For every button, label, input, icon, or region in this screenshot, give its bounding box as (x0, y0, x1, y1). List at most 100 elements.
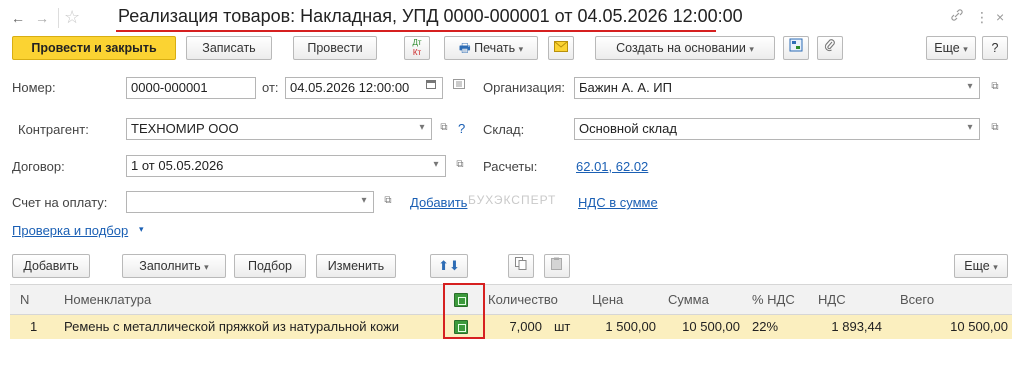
open-icon[interactable]: ⧉ (985, 77, 1005, 99)
invoice-field[interactable] (126, 191, 374, 213)
row-vat-rate[interactable]: 22% (752, 319, 778, 334)
move-row-buttons[interactable]: ⬆⬇ (430, 254, 468, 278)
title-bar: ← → ☆ Реализация товаров: Накладная, УПД… (0, 0, 1014, 38)
more-vertical-icon[interactable]: ⋮ (975, 8, 989, 26)
column-price[interactable]: Цена (592, 292, 623, 307)
open-icon[interactable]: ⧉ (378, 191, 398, 213)
organization-field[interactable]: Бажин А. А. ИП (574, 77, 980, 99)
chevron-down-icon[interactable]: ▾ (354, 191, 374, 213)
copy-icon[interactable] (508, 254, 534, 278)
arrow-up-icon[interactable]: ⬆ (438, 258, 449, 273)
watermark: БУХЭКСПЕРТ (468, 193, 557, 207)
settlements-link[interactable]: 62.01, 62.02 (576, 159, 648, 174)
number-label: Номер: (12, 80, 56, 95)
open-icon[interactable]: ⧉ (450, 155, 470, 177)
row-unit: шт (554, 319, 571, 334)
column-vat-rate[interactable]: % НДС (752, 292, 795, 307)
add-invoice-link[interactable]: Добавить (410, 195, 467, 210)
structure-icon[interactable] (783, 36, 809, 60)
close-icon[interactable]: × (996, 8, 1004, 26)
document-title: Реализация товаров: Накладная, УПД 0000-… (118, 6, 743, 26)
link-icon[interactable] (950, 8, 964, 26)
chevron-down-icon[interactable]: ▾ (426, 155, 446, 177)
date-value: 04.05.2026 12:00:00 (290, 80, 410, 95)
annotation-highlight-box (443, 283, 485, 339)
warehouse-field[interactable]: Основной склад (574, 118, 980, 140)
check-and-select-link[interactable]: Проверка и подбор (12, 223, 128, 238)
column-quantity[interactable]: Количество (488, 292, 558, 307)
column-n[interactable]: N (20, 292, 29, 307)
row-sum[interactable]: 10 500,00 (662, 319, 740, 334)
contractor-label: Контрагент: (18, 122, 89, 137)
nav-divider (58, 8, 59, 28)
chevron-down-icon[interactable]: ▾ (139, 224, 144, 235)
vat-included-link[interactable]: НДС в сумме (578, 195, 658, 210)
open-icon[interactable]: ⧉ (434, 118, 454, 140)
change-button[interactable]: Изменить (316, 254, 396, 278)
chevron-down-icon[interactable]: ▾ (412, 118, 432, 140)
list-icon[interactable] (449, 77, 469, 99)
arrow-down-icon[interactable]: ⬇ (449, 258, 460, 273)
row-quantity[interactable]: 7,000 (490, 319, 542, 334)
row-total[interactable]: 10 500,00 (910, 319, 1008, 334)
chevron-down-icon: ▾ (749, 44, 754, 54)
row-price[interactable]: 1 500,00 (580, 319, 656, 334)
contractor-field[interactable]: ТЕХНОМИР ООО (126, 118, 432, 140)
calendar-icon[interactable] (421, 77, 441, 99)
main-toolbar: Провести и закрыть Записать Провести Дт К… (0, 36, 1014, 66)
create-based-label: Создать на основании (616, 41, 746, 55)
organization-label: Организация: (483, 80, 566, 95)
save-button[interactable]: Записать (186, 36, 272, 60)
title-annotation-underline (116, 30, 716, 32)
chevron-down-icon[interactable]: ▾ (960, 77, 980, 99)
back-icon[interactable]: ← (10, 10, 26, 26)
column-item[interactable]: Номенклатура (64, 292, 151, 307)
chevron-down-icon: ▾ (204, 262, 209, 272)
forward-icon[interactable]: → (34, 10, 50, 26)
row-number: 1 (30, 319, 38, 334)
paste-icon[interactable] (544, 254, 570, 278)
create-based-on-button[interactable]: Создать на основании ▾ (595, 36, 775, 60)
row-item[interactable]: Ремень с металлической пряжкой из натура… (64, 319, 399, 334)
more-label: Еще (934, 41, 960, 55)
row-vat[interactable]: 1 893,44 (800, 319, 882, 334)
attachment-icon[interactable] (817, 36, 843, 60)
date-label: от: (262, 80, 279, 95)
contract-field[interactable]: 1 от 05.05.2026 (126, 155, 446, 177)
open-icon[interactable]: ⧉ (985, 118, 1005, 140)
column-total[interactable]: Всего (900, 292, 934, 307)
email-icon[interactable] (548, 36, 574, 60)
settlements-label: Расчеты: (483, 159, 538, 174)
help-button[interactable]: ? (982, 36, 1008, 60)
fill-label: Заполнить (139, 259, 201, 273)
add-row-button[interactable]: Добавить (12, 254, 90, 278)
post-button[interactable]: Провести (293, 36, 377, 60)
goods-table: N Номенклатура Количество Цена Сумма % Н… (10, 284, 1012, 385)
invoice-label: Счет на оплату: (12, 195, 108, 210)
post-and-close-button[interactable]: Провести и закрыть (12, 36, 176, 60)
more-button[interactable]: Еще ▾ (926, 36, 976, 60)
column-sum[interactable]: Сумма (668, 292, 709, 307)
table-row[interactable]: 1 Ремень с металлической пряжкой из нату… (10, 315, 1012, 339)
chevron-down-icon: ▾ (518, 44, 524, 54)
print-button[interactable]: 🖶 Печать ▾ (444, 36, 538, 60)
chevron-down-icon[interactable]: ▾ (960, 118, 980, 140)
table-more-label: Еще (964, 259, 990, 273)
check-link-label: Проверка и подбор (12, 223, 129, 238)
table-header: N Номенклатура Количество Цена Сумма % Н… (10, 285, 1012, 315)
date-field[interactable]: 04.05.2026 12:00:00 (285, 77, 443, 99)
warehouse-label: Склад: (483, 122, 525, 137)
select-button[interactable]: Подбор (234, 254, 306, 278)
table-more-button[interactable]: Еще ▾ (954, 254, 1008, 278)
help-mark[interactable]: ? (458, 121, 465, 136)
dt-kt-icon[interactable]: Дт Кт (404, 36, 430, 60)
column-vat[interactable]: НДС (818, 292, 846, 307)
chevron-down-icon: ▾ (963, 44, 968, 54)
fill-button[interactable]: Заполнить ▾ (122, 254, 226, 278)
number-field[interactable]: 0000-000001 (126, 77, 256, 99)
print-label: Печать (474, 41, 516, 55)
chevron-down-icon: ▾ (993, 262, 998, 272)
contract-label: Договор: (12, 159, 65, 174)
favorite-star-icon[interactable]: ☆ (64, 7, 80, 27)
printer-icon: 🖶 (458, 41, 471, 55)
